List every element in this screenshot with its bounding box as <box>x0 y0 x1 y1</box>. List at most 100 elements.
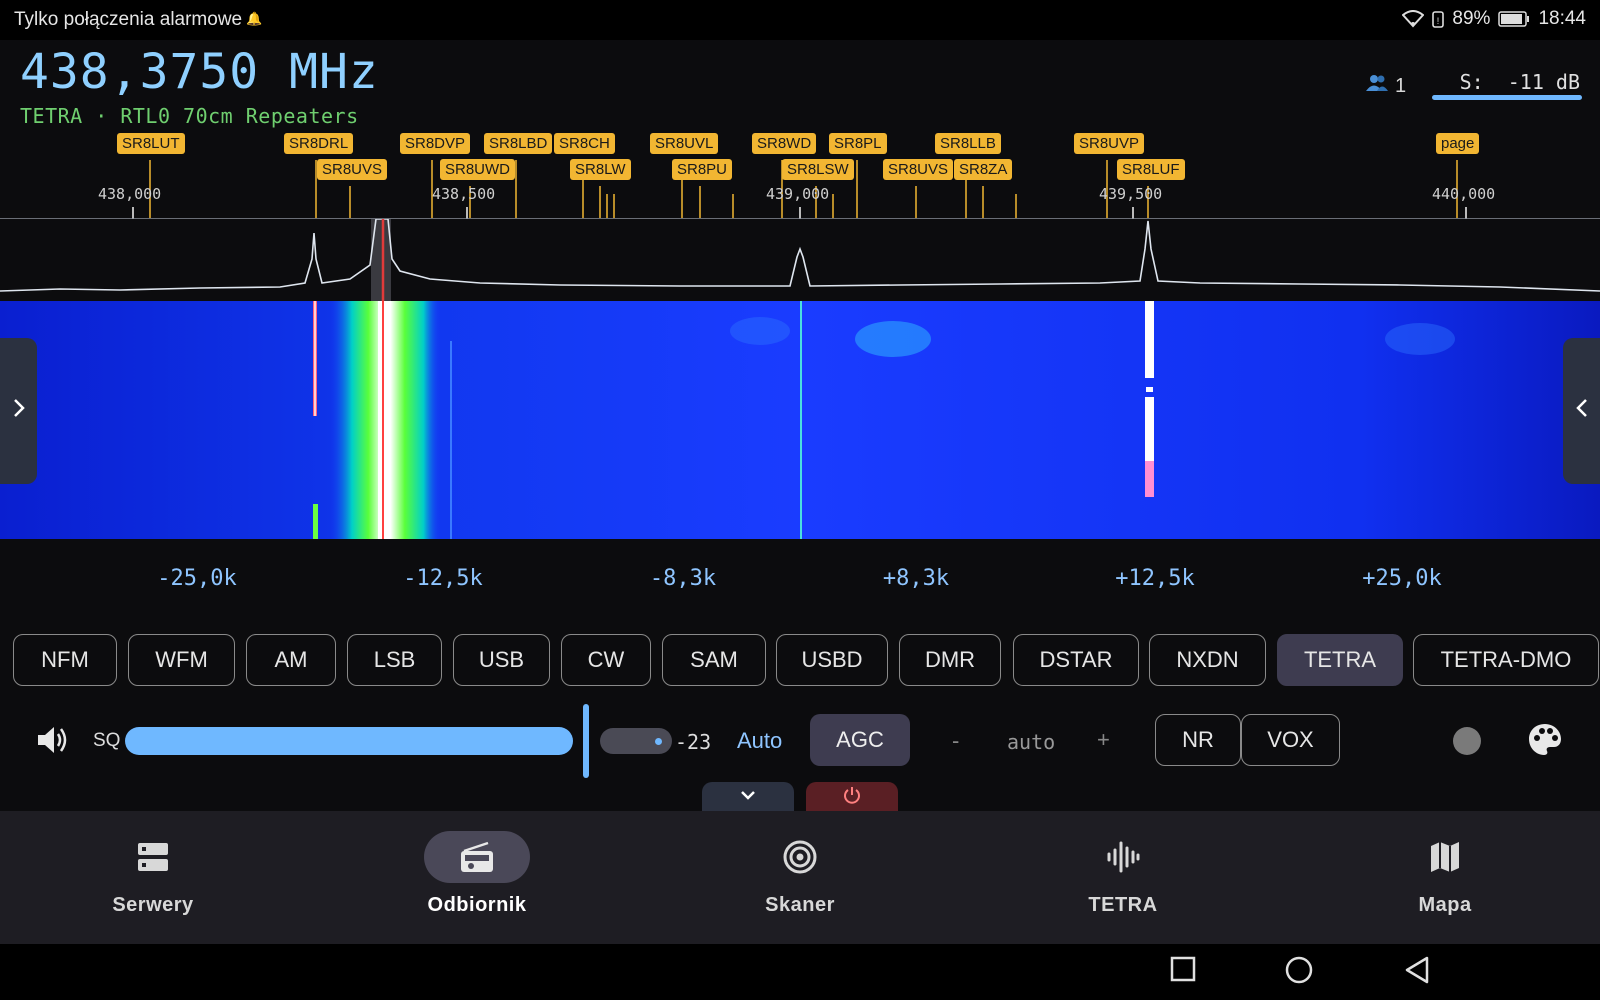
axis-tick: 438,000 <box>98 185 162 203</box>
status-emergency-text: Tylko połączenia alarmowe <box>14 9 243 30</box>
band-label[interactable]: SR8LLB <box>935 133 1001 154</box>
right-panel-toggle[interactable] <box>1563 338 1600 484</box>
nav-item-serwery[interactable]: Serwery <box>53 811 253 944</box>
band-label[interactable]: SR8DRL <box>284 133 354 154</box>
waveform-icon <box>1070 831 1176 883</box>
clock: 18:44 <box>1538 8 1586 29</box>
band-label[interactable]: SR8UVS <box>883 159 954 180</box>
back-icon[interactable] <box>1404 956 1430 989</box>
palette-icon[interactable] <box>1527 722 1563 763</box>
mode-button-nfm[interactable]: NFM <box>13 634 117 686</box>
band-label[interactable]: SR8UVP <box>1074 133 1145 154</box>
speaker-icon[interactable] <box>36 724 70 761</box>
mode-button-wfm[interactable]: WFM <box>128 634 235 686</box>
battery-percent: 89% <box>1452 8 1491 29</box>
radio-icon <box>424 831 530 883</box>
offset-label[interactable]: +8,3k <box>883 566 949 591</box>
recents-icon[interactable] <box>1170 956 1196 987</box>
mode-button-nxdn[interactable]: NXDN <box>1149 634 1266 686</box>
band-label[interactable]: SR8WD <box>752 133 817 154</box>
offset-label[interactable]: -25,0k <box>157 566 236 591</box>
record-indicator[interactable] <box>1453 727 1481 755</box>
power-button[interactable] <box>806 782 898 812</box>
mode-button-usbd[interactable]: USBD <box>776 634 888 686</box>
band-label[interactable]: SR8DVP <box>400 133 471 154</box>
collapse-controls-button[interactable] <box>702 782 794 812</box>
band-label[interactable]: SR8PL <box>829 133 887 154</box>
band-label[interactable]: SR8UVS <box>317 159 388 180</box>
map-icon <box>1392 831 1498 883</box>
nav-label: Odbiornik <box>427 894 527 916</box>
band-label[interactable]: SR8LW <box>570 159 631 180</box>
squelch-slider-thumb[interactable] <box>583 704 589 778</box>
band-label[interactable]: SR8UWD <box>440 159 516 180</box>
vox-button[interactable]: VOX <box>1241 714 1340 766</box>
offset-label[interactable]: +12,5k <box>1115 566 1194 591</box>
offset-label[interactable]: -8,3k <box>650 566 716 591</box>
noise-reduction-button[interactable]: NR <box>1155 714 1241 766</box>
server-icon <box>100 831 206 883</box>
offset-label[interactable]: -12,5k <box>403 566 482 591</box>
offset-label[interactable]: +25,0k <box>1362 566 1441 591</box>
signal-value: S: -11 dB <box>1459 70 1580 94</box>
squelch-auto-button[interactable]: Auto <box>737 728 782 754</box>
gain-decrease-button[interactable]: - <box>952 728 959 754</box>
mode-button-tetra[interactable]: TETRA <box>1277 634 1403 686</box>
band-label[interactable]: SR8CH <box>554 133 615 154</box>
status-right: ! 89% 18:44 <box>1402 8 1586 30</box>
squelch-fine-thumb[interactable] <box>655 738 662 745</box>
band-label[interactable]: SR8LUT <box>117 133 185 154</box>
scanner-icon <box>747 831 853 883</box>
mode-button-usb[interactable]: USB <box>453 634 550 686</box>
gain-increase-button[interactable]: + <box>1097 727 1110 753</box>
squelch-value: -23 <box>675 730 712 754</box>
nav-label: Skaner <box>765 894 835 916</box>
band-label[interactable]: page <box>1436 133 1480 154</box>
bell-icon: 🔔 <box>246 11 263 26</box>
mode-button-dmr[interactable]: DMR <box>899 634 1001 686</box>
battery-icon <box>1498 11 1530 27</box>
mode-button-lsb[interactable]: LSB <box>347 634 442 686</box>
band-label[interactable]: SR8LSW <box>782 159 854 180</box>
mode-button-dstar[interactable]: DSTAR <box>1013 634 1139 686</box>
axis-tick: 438,500 <box>432 185 496 203</box>
mode-button-am[interactable]: AM <box>246 634 336 686</box>
waterfall-display[interactable] <box>0 301 1600 539</box>
band-label[interactable]: SR8UVL <box>650 133 719 154</box>
frequency-display[interactable]: 438,3750 MHz <box>20 44 379 100</box>
system-navigation-bar <box>0 944 1600 1000</box>
band-label[interactable]: SR8ZA <box>954 159 1013 180</box>
wifi-icon <box>1402 10 1425 28</box>
left-panel-toggle[interactable] <box>0 338 37 484</box>
users-icon <box>1365 74 1389 98</box>
users-count: 1 <box>1395 74 1407 97</box>
axis-tick: 439,500 <box>1099 185 1163 203</box>
band-label[interactable]: SR8PU <box>672 159 733 180</box>
battery-saver-icon: ! <box>1432 11 1445 28</box>
svg-text:!: ! <box>1437 16 1440 26</box>
band-label[interactable]: SR8LBD <box>484 133 553 154</box>
axis-tick: 439,000 <box>766 185 830 203</box>
squelch-slider[interactable] <box>125 727 573 755</box>
spectrum-plot[interactable] <box>0 219 1600 301</box>
status-left: Tylko połączenia alarmowe 🔔 <box>14 9 262 31</box>
nav-item-mapa[interactable]: Mapa <box>1345 811 1545 944</box>
signal-bar <box>1432 95 1582 100</box>
mode-button-tetra-dmo[interactable]: TETRA-DMO <box>1413 634 1599 686</box>
offset-labels: -25,0k -12,5k -8,3k +8,3k +12,5k +25,0k <box>0 566 1600 596</box>
nav-item-skaner[interactable]: Skaner <box>700 811 900 944</box>
nav-item-tetra[interactable]: TETRA <box>1023 811 1223 944</box>
mode-button-sam[interactable]: SAM <box>662 634 766 686</box>
nav-label: TETRA <box>1088 894 1158 916</box>
squelch-label: SQ <box>93 730 121 751</box>
chevron-down-icon <box>739 788 757 806</box>
mode-button-cw[interactable]: CW <box>561 634 651 686</box>
axis-tick: 440,000 <box>1432 185 1496 203</box>
home-icon[interactable] <box>1285 956 1313 989</box>
agc-button[interactable]: AGC <box>810 714 910 766</box>
band-label[interactable]: SR8LUF <box>1117 159 1185 180</box>
users-indicator: 1 <box>1365 74 1406 98</box>
gain-value: auto <box>1007 730 1056 754</box>
nav-item-odbiornik[interactable]: Odbiornik <box>377 811 577 944</box>
chevron-right-icon <box>12 397 26 426</box>
